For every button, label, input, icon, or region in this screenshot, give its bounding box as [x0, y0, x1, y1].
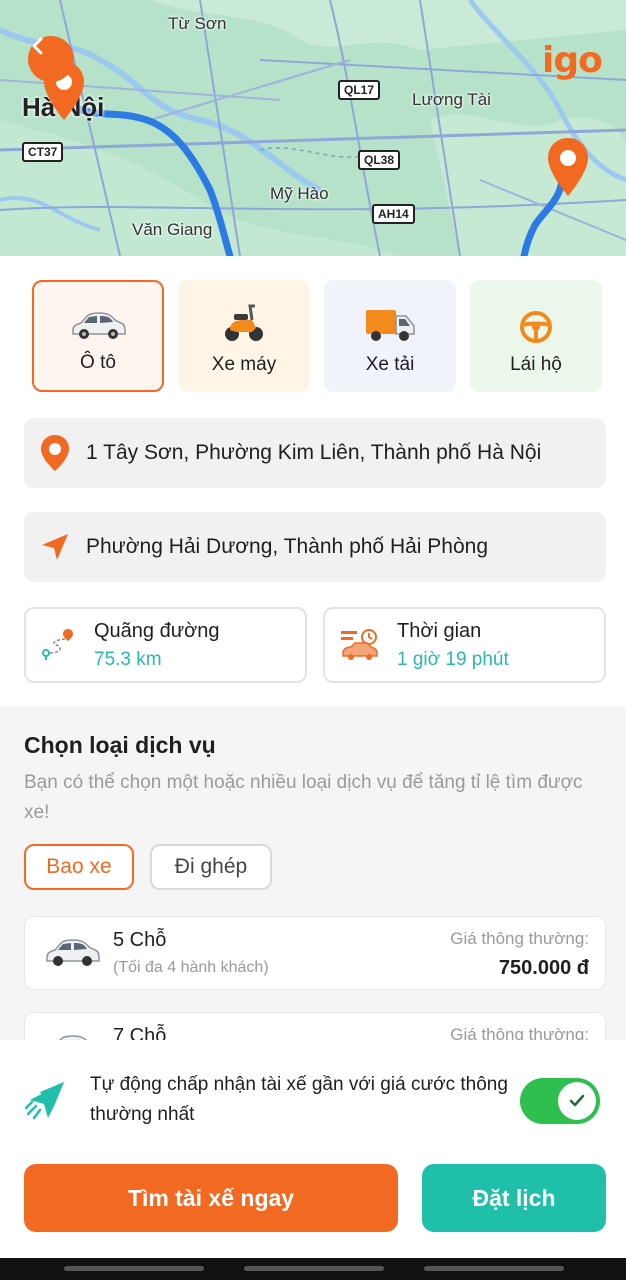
vehicle-option-5-seat[interactable]: 5 Chỗ (Tối đa 4 hành khách) Giá thông th… — [24, 916, 606, 990]
car-icon — [46, 939, 100, 966]
pickup-address-field[interactable]: 1 Tây Sơn, Phường Kim Liên, Thành phố Hà… — [24, 418, 606, 488]
route-map[interactable]: Từ Sơn Hà Nội Lương Tài Mỹ Hào Văn Giang… — [0, 0, 626, 256]
nav-indicator[interactable] — [424, 1266, 564, 1271]
map-label-van-giang: Văn Giang — [132, 220, 213, 239]
car-clock-icon — [341, 629, 378, 660]
map-background — [0, 0, 626, 256]
option-di-ghep[interactable]: Đi ghép — [150, 844, 272, 890]
time-stat: Thời gian 1 giờ 19 phút — [323, 607, 606, 683]
map-label-luong-tai: Lương Tài — [412, 90, 491, 109]
auto-accept-toggle[interactable] — [520, 1078, 600, 1124]
navigation-arrow-icon — [42, 534, 68, 560]
rocket-icon — [24, 1082, 64, 1120]
road-badge-ql17: QL17 — [338, 80, 381, 100]
igo-logo: igo — [542, 40, 603, 81]
time-value: 1 giờ 19 phút — [397, 648, 509, 670]
destination-pin-icon — [548, 138, 588, 196]
service-motorbike[interactable]: Xe máy — [178, 280, 310, 392]
bottom-sheet: Tự động chấp nhận tài xế gần với giá cướ… — [0, 1040, 626, 1258]
scooter-icon — [225, 304, 263, 341]
system-nav-bar — [0, 1258, 626, 1280]
service-car-label: Ô tô — [80, 352, 116, 373]
service-truck-label: Xe tải — [365, 354, 415, 375]
destination-address-field[interactable]: Phường Hải Dương, Thành phố Hải Phòng — [24, 512, 606, 582]
price-value: 750.000 đ — [498, 957, 589, 979]
service-truck[interactable]: Xe tải — [324, 280, 456, 392]
location-pin-icon — [41, 435, 69, 471]
service-car[interactable]: Ô tô — [32, 280, 164, 392]
service-type-description: Bạn có thể chọn một hoặc nhiều loại dịch… — [24, 772, 583, 823]
map-label-my-hao: Mỹ Hào — [270, 184, 329, 203]
vehicle-name: 5 Chỗ — [113, 929, 167, 951]
service-type-title: Chọn loại dịch vụ — [24, 732, 216, 758]
road-badge-ah14: AH14 — [372, 204, 415, 224]
nav-indicator[interactable] — [244, 1266, 384, 1271]
toggle-knob — [558, 1082, 596, 1120]
option-bao-xe[interactable]: Bao xe — [24, 844, 134, 890]
back-button[interactable] — [28, 36, 74, 82]
chevron-left-icon — [32, 37, 43, 55]
distance-label: Quãng đường — [94, 619, 220, 642]
service-type-panel: Chọn loại dịch vụ Bạn có thể chọn một ho… — [0, 706, 626, 1086]
booking-screen: Từ Sơn Hà Nội Lương Tài Mỹ Hào Văn Giang… — [0, 0, 626, 1280]
time-label: Thời gian — [397, 619, 482, 642]
distance-stat: Quãng đường 75.3 km — [24, 607, 307, 683]
map-label-tu-son: Từ Sơn — [168, 14, 227, 33]
route-distance-icon — [42, 629, 73, 660]
schedule-button[interactable]: Đặt lịch — [422, 1164, 606, 1232]
auto-accept-text: Tự động chấp nhận tài xế gần với giá cướ… — [90, 1074, 508, 1125]
service-motorbike-label: Xe máy — [211, 354, 277, 375]
road-badge-ql38: QL38 — [358, 150, 401, 170]
vehicle-capacity: (Tối đa 4 hành khách) — [113, 959, 269, 976]
destination-address-text: Phường Hải Dương, Thành phố Hải Phòng — [86, 535, 489, 558]
check-icon — [569, 1094, 585, 1107]
service-selector: Ô tô Xe máy Xe tải Lái hộ — [32, 280, 602, 392]
distance-value: 75.3 km — [94, 648, 162, 670]
price-label: Giá thông thường: — [450, 929, 589, 948]
nav-indicator[interactable] — [64, 1266, 204, 1271]
pickup-address-text: 1 Tây Sơn, Phường Kim Liên, Thành phố Hà… — [86, 441, 542, 464]
car-icon — [72, 312, 126, 339]
road-badge-ct37: CT37 — [22, 142, 64, 162]
find-driver-button[interactable]: Tìm tài xế ngay — [24, 1164, 398, 1232]
steering-wheel-icon — [520, 311, 552, 343]
service-driver[interactable]: Lái hộ — [470, 280, 602, 392]
service-driver-label: Lái hộ — [510, 354, 562, 375]
truck-icon — [366, 310, 415, 341]
